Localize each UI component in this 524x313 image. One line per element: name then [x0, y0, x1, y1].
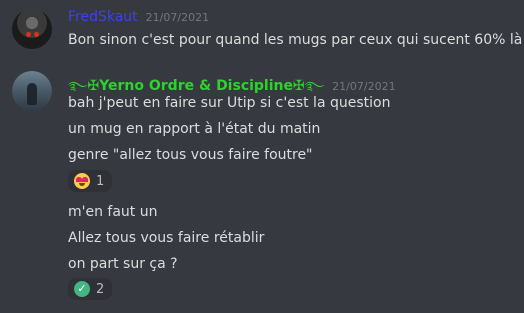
message-text: Allez tous vous faire rétablir	[68, 230, 265, 246]
message-text: m'en faut un	[68, 204, 158, 220]
reaction-heart-eyes[interactable]: 1	[68, 170, 113, 192]
heart-eyes-emoji-icon	[74, 173, 90, 189]
message-text: un mug en rapport à l'état du matin	[68, 121, 321, 137]
timestamp: 21/07/2021	[332, 80, 396, 93]
message-text: bah j'peut en faire sur Utip si c'est la…	[68, 95, 391, 111]
reaction-count: 2	[96, 281, 105, 297]
reaction-check-mark[interactable]: ✓ 2	[68, 278, 113, 300]
avatar[interactable]	[12, 71, 52, 111]
reaction-count: 1	[96, 173, 105, 189]
avatar-figure	[27, 83, 37, 105]
message-text: on part sur ça ?	[68, 256, 178, 272]
check-mark-icon: ✓	[74, 281, 90, 297]
username[interactable]: ✠Yerno Ordre & Discipline✠	[87, 78, 304, 94]
message-text: genre "allez tous vous faire foutre"	[68, 147, 313, 163]
message-group-yerno: ࿐ ✠Yerno Ordre & Discipline✠ ࿐ 21/07/202…	[0, 0, 524, 313]
